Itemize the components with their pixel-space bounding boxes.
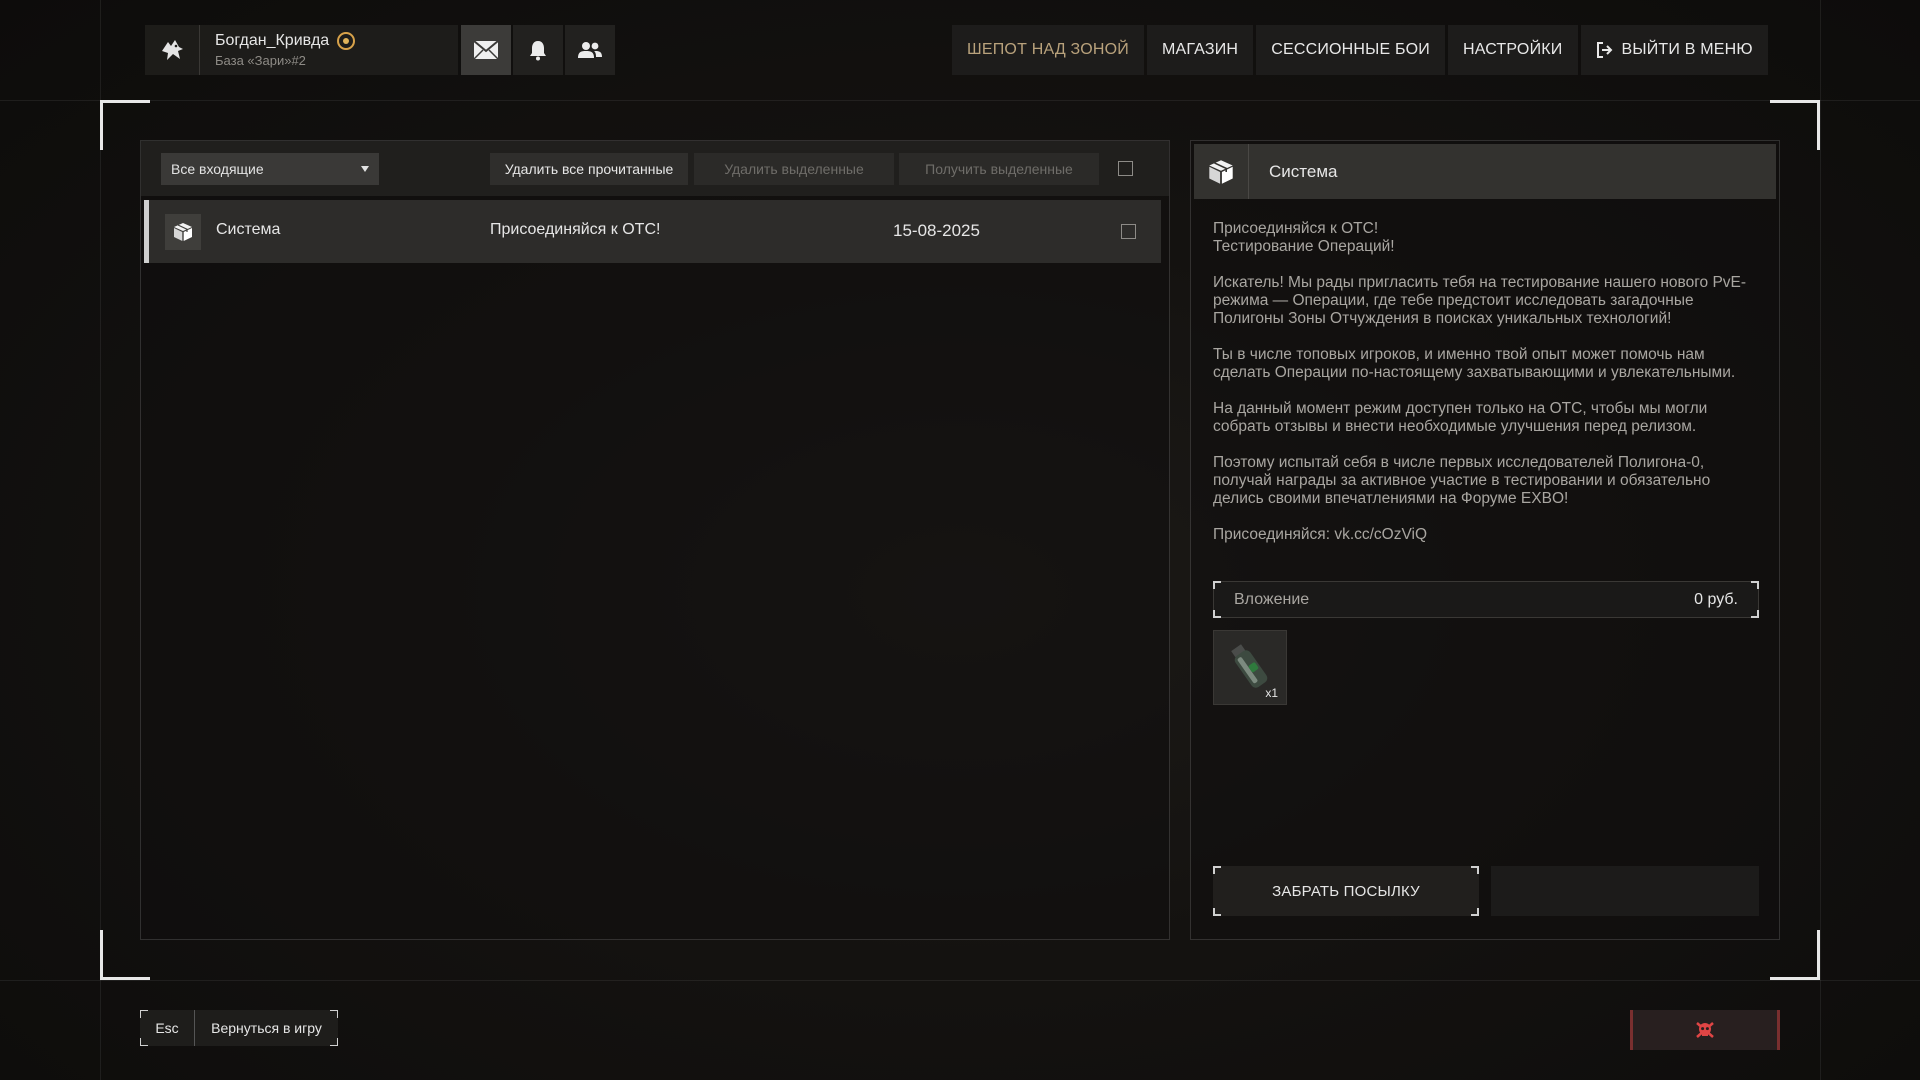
corner-accent (1213, 908, 1221, 916)
exit-icon (1596, 41, 1614, 59)
nav-exit-to-menu[interactable]: ВЫЙТИ В МЕНЮ (1580, 25, 1768, 75)
corner-accent (1213, 866, 1221, 874)
message-paragraph: Ты в числе топовых игроков, и именно тво… (1213, 346, 1736, 381)
friends-button[interactable] (565, 25, 615, 75)
notifications-button[interactable] (513, 25, 563, 75)
mail-toolbar: Все входящие Удалить все прочитанные Уда… (141, 141, 1169, 196)
frame-line-left (100, 0, 101, 1080)
friends-icon (578, 42, 602, 58)
report-button[interactable] (1630, 1010, 1780, 1050)
mail-row-date: 15-08-2025 (893, 221, 980, 240)
receive-selected-button[interactable]: Получить выделенные (899, 153, 1099, 185)
mail-row-sender: Система (216, 221, 281, 238)
message-title-line: Тестирование Операций! (1213, 238, 1395, 255)
frame-line-top (0, 100, 1920, 101)
corner-accent (1471, 908, 1479, 916)
esc-key-hint: Esc (140, 1010, 195, 1046)
message-join-link[interactable]: Присоединяйся: vk.cc/cOzViQ (1213, 526, 1761, 544)
attachment-item-quantity: x1 (1265, 686, 1278, 700)
detail-sender: Система (1269, 161, 1338, 181)
delete-selected-button[interactable]: Удалить выделенные (694, 153, 894, 185)
mail-filter-value: Все входящие (171, 161, 264, 177)
nav-exit-label: ВЫЙТИ В МЕНЮ (1621, 41, 1753, 58)
top-navigation: ШЕПОТ НАД ЗОНОЙ МАГАЗИН СЕССИОННЫЕ БОИ Н… (952, 25, 1768, 75)
back-to-game-control[interactable]: Esc Вернуться в игру (140, 1010, 338, 1046)
nav-shop[interactable]: МАГАЗИН (1146, 25, 1254, 75)
profile-card[interactable]: Богдан_Кривда База «Зари»#2 (145, 25, 458, 75)
chevron-down-icon (361, 166, 369, 172)
mail-row-checkbox[interactable] (1121, 224, 1136, 239)
secondary-action-slot (1491, 866, 1759, 916)
rank-badge-icon (337, 32, 356, 50)
mail-icon (473, 40, 499, 60)
corner-accent (140, 1010, 148, 1018)
clan-name: База «Зари»#2 (215, 53, 306, 68)
claim-package-button[interactable]: ЗАБРАТЬ ПОСЫЛКУ (1213, 866, 1479, 916)
nav-settings[interactable]: НАСТРОЙКИ (1447, 25, 1578, 75)
system-package-icon (1194, 144, 1249, 199)
corner-accent (1751, 581, 1759, 589)
frame-line-right (1820, 0, 1821, 1080)
mail-filter-select[interactable]: Все входящие (161, 153, 379, 185)
select-all-checkbox[interactable] (1118, 161, 1133, 176)
message-paragraph: Искатель! Мы рады пригласить тебя на тес… (1213, 274, 1747, 327)
username: Богдан_Кривда (215, 32, 330, 49)
frame-line-bottom (0, 980, 1920, 981)
corner-accent (1751, 610, 1759, 618)
mail-row[interactable]: Система Присоединяйся к ОТС! 15-08-2025 (144, 200, 1161, 263)
delete-all-read-button[interactable]: Удалить все прочитанные (490, 153, 688, 185)
corner-accent (330, 1038, 338, 1046)
mail-list-panel: Все входящие Удалить все прочитанные Уда… (140, 140, 1170, 940)
corner-accent (140, 1038, 148, 1046)
corner-accent (330, 1010, 338, 1018)
back-to-game-label: Вернуться в игру (195, 1010, 338, 1046)
attachment-label: Вложение (1234, 590, 1310, 608)
message-title-line: Присоединяйся к ОТС! (1213, 220, 1379, 237)
system-package-icon (165, 214, 201, 250)
avatar (145, 25, 200, 75)
corner-accent (1213, 610, 1221, 618)
attachment-bar: Вложение 0 руб. (1213, 581, 1759, 618)
mail-button[interactable] (461, 25, 511, 75)
detail-header: Система (1194, 144, 1776, 199)
message-body: Присоединяйся к ОТС! Тестирование Операц… (1213, 220, 1761, 562)
bell-icon (530, 41, 546, 61)
skull-crossbones-icon (1696, 1022, 1714, 1038)
message-paragraph: Поэтому испытай себя в числе первых иссл… (1213, 454, 1711, 507)
claim-package-label: ЗАБРАТЬ ПОСЫЛКУ (1272, 882, 1420, 900)
mail-row-subject: Присоединяйся к ОТС! (490, 221, 661, 238)
mail-detail-panel: Система Присоединяйся к ОТС! Тестировани… (1190, 140, 1780, 940)
attachment-value: 0 руб. (1694, 590, 1738, 608)
attachment-item-slot[interactable]: x1 (1213, 630, 1287, 705)
faction-wolf-icon (162, 40, 183, 60)
corner-accent (1213, 581, 1221, 589)
corner-accent (1471, 866, 1479, 874)
nav-whisper-over-zone[interactable]: ШЕПОТ НАД ЗОНОЙ (952, 25, 1144, 75)
message-paragraph: На данный момент режим доступен только н… (1213, 400, 1708, 435)
nav-session-battles[interactable]: СЕССИОННЫЕ БОИ (1256, 25, 1445, 75)
